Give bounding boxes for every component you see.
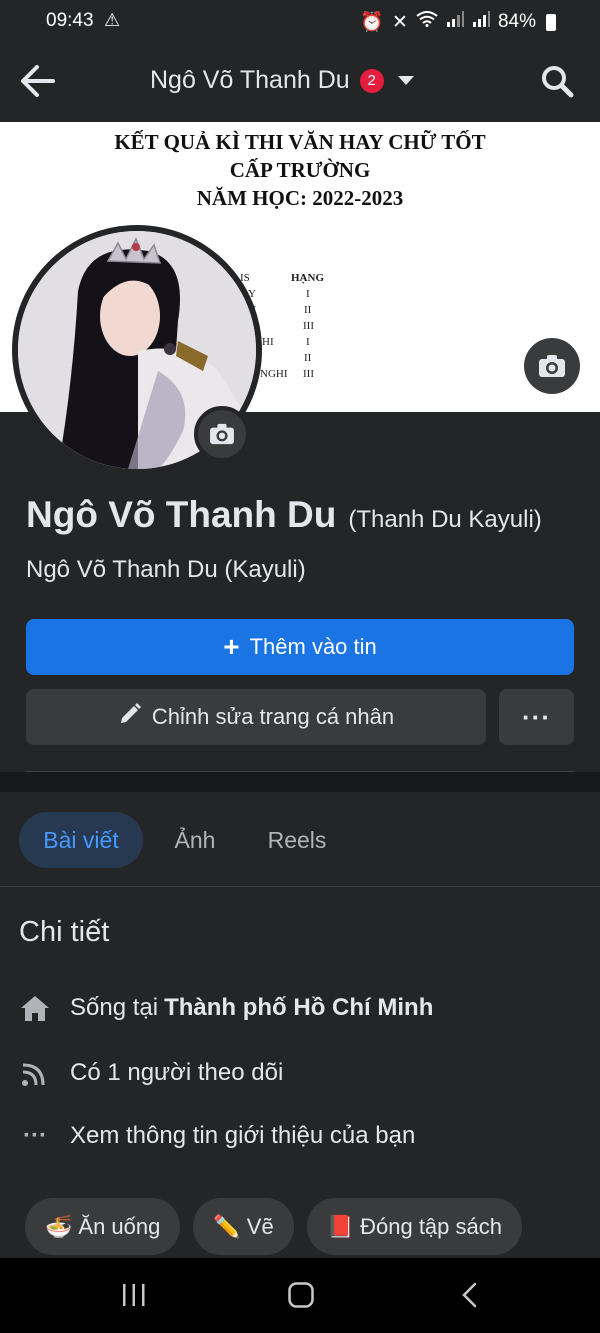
cover-title-line-3: NĂM HỌC: 2022-2023 xyxy=(196,186,404,210)
status-icons: ⏰ ✕ 84% xyxy=(360,10,556,34)
detail-followers[interactable]: Có 1 người theo dõi xyxy=(20,1058,283,1088)
hobby-chip[interactable]: ✏️ Vẽ xyxy=(193,1198,294,1255)
status-time: 09:43 xyxy=(46,10,94,31)
profile-name-row: Ngô Võ Thanh Du (Thanh Du Kayuli) xyxy=(26,494,542,536)
more-dots-icon: ··· xyxy=(23,1122,47,1149)
lives-in-city: Thành phố Hồ Chí Minh xyxy=(164,994,434,1021)
noodles-icon: 🍜 xyxy=(45,1213,73,1239)
more-dots-icon: ··· xyxy=(522,702,551,732)
edit-profile-button[interactable]: Chỉnh sửa trang cá nhân xyxy=(26,689,486,745)
camera-icon xyxy=(539,355,565,377)
alarm-icon: ⏰ xyxy=(360,12,385,33)
hobby-label: Vẽ xyxy=(246,1213,274,1239)
recent-apps-icon[interactable] xyxy=(120,1282,148,1313)
cover-col-header: HẠNG xyxy=(291,272,324,284)
mute-icon: ✕ xyxy=(392,11,408,33)
warning-triangle-icon: ⚠ xyxy=(104,10,121,30)
section-gap xyxy=(0,772,600,792)
profile-name: Ngô Võ Thanh Du xyxy=(26,494,337,535)
hobby-label: Đóng tập sách xyxy=(360,1213,502,1239)
followers-text: Có 1 người theo dõi xyxy=(70,1059,284,1086)
cover-rank: III xyxy=(303,320,314,332)
details-heading: Chi tiết xyxy=(19,916,110,948)
cover-rank: I xyxy=(306,336,310,348)
avatar-camera-button[interactable] xyxy=(194,406,250,462)
plus-icon: + xyxy=(223,631,240,662)
cover-title-line-1: KẾT QUẢ KÌ THI VĂN HAY CHỮ TỐT xyxy=(114,130,486,154)
profile-switcher[interactable]: Ngô Võ Thanh Du 2 xyxy=(150,66,414,95)
hobby-chip[interactable]: 📕 Đóng tập sách xyxy=(306,1198,522,1255)
profile-subname: Ngô Võ Thanh Du (Kayuli) xyxy=(26,556,306,583)
book-icon: 📕 xyxy=(326,1213,355,1239)
home-icon xyxy=(20,993,50,1023)
add-to-story-label: Thêm vào tin xyxy=(249,634,377,659)
pencil-emoji-icon: ✏️ xyxy=(213,1213,241,1239)
nav-title: Ngô Võ Thanh Du xyxy=(150,66,350,94)
camera-icon xyxy=(210,423,234,445)
cover-rank: I xyxy=(306,288,310,300)
battery-level: 84% xyxy=(497,11,536,32)
battery-icon xyxy=(546,13,556,31)
rss-followers-icon xyxy=(20,1058,50,1088)
hobby-chips: 🍜 Ăn uống ✏️ Vẽ 📕 Đóng tập sách xyxy=(25,1198,522,1255)
detail-lives-in[interactable]: Sống tại Thành phố Hồ Chí Minh xyxy=(20,993,433,1023)
cover-col-cell: HI xyxy=(262,336,274,348)
home-button-icon[interactable] xyxy=(287,1282,315,1313)
profile-alt-name: (Thanh Du Kayuli) xyxy=(348,506,542,533)
cover-rank: II xyxy=(304,304,312,316)
tab-photos[interactable]: Ảnh xyxy=(160,812,230,868)
cover-rank: III xyxy=(303,368,314,380)
chevron-down-icon xyxy=(397,76,414,85)
system-nav-bar xyxy=(0,1258,600,1333)
profile-tabs: Bài viết Ảnh Reels xyxy=(0,792,600,886)
cover-col-cell: NGHI xyxy=(260,368,288,380)
wifi-icon xyxy=(416,11,438,33)
top-nav-bar: Ngô Võ Thanh Du 2 xyxy=(0,44,600,120)
pencil-icon xyxy=(118,702,142,732)
see-about-text: Xem thông tin giới thiệu của bạn xyxy=(70,1122,416,1149)
hobby-chip[interactable]: 🍜 Ăn uống xyxy=(25,1198,181,1255)
detail-see-about[interactable]: ··· Xem thông tin giới thiệu của bạn xyxy=(20,1121,415,1151)
more-options-button[interactable]: ··· xyxy=(499,689,574,745)
edit-profile-label: Chỉnh sửa trang cá nhân xyxy=(151,704,395,729)
cover-title-line-2: CẤP TRƯỜNG xyxy=(229,158,371,182)
tab-reels[interactable]: Reels xyxy=(252,812,342,868)
cover-rank: II xyxy=(304,352,312,364)
back-nav-icon[interactable] xyxy=(458,1282,482,1313)
back-arrow-icon[interactable] xyxy=(20,64,56,103)
cover-camera-button[interactable] xyxy=(524,338,580,394)
status-bar: 09:43 ⚠ ⏰ ✕ 84% xyxy=(0,0,600,44)
signal-icon-2 xyxy=(472,11,490,33)
search-icon[interactable] xyxy=(540,64,574,103)
cover-document-title: KẾT QUẢ KÌ THI VĂN HAY CHỮ TỐT CẤP TRƯỜN… xyxy=(0,128,600,212)
notification-badge: 2 xyxy=(359,68,384,93)
signal-icon xyxy=(446,11,464,33)
tabs-divider xyxy=(0,886,600,887)
tab-posts[interactable]: Bài viết xyxy=(19,812,143,868)
add-to-story-button[interactable]: + Thêm vào tin xyxy=(26,619,574,675)
lives-in-prefix: Sống tại xyxy=(70,994,159,1021)
hobby-label: Ăn uống xyxy=(78,1213,161,1239)
